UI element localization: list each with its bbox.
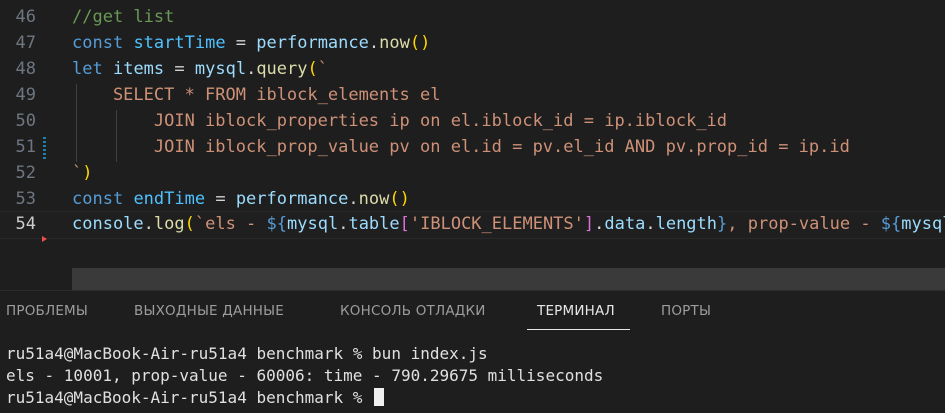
code-token: ${ bbox=[266, 214, 288, 234]
code-line[interactable]: 47 const startTime = performance.now() bbox=[0, 30, 945, 56]
code-token: } bbox=[717, 214, 728, 234]
code-token: now bbox=[379, 33, 410, 53]
code-token: mysql bbox=[287, 214, 339, 234]
line-number: 48 bbox=[15, 59, 36, 79]
code-line[interactable]: 46 //get list bbox=[0, 4, 945, 30]
line-number: 51 bbox=[15, 137, 36, 157]
modified-line-marker bbox=[43, 137, 46, 159]
indent-guide bbox=[116, 110, 117, 162]
code-token: endTime bbox=[133, 189, 206, 209]
code-line[interactable]: 48 let items = mysql.query(` bbox=[0, 56, 945, 82]
code-token: console bbox=[72, 214, 144, 234]
code-token: () bbox=[389, 189, 410, 209]
code-token: mysql bbox=[194, 59, 247, 79]
code-token: JOIN iblock_properties ip on el.iblock_i… bbox=[72, 111, 728, 131]
code-token: length bbox=[655, 214, 718, 234]
terminal-cursor bbox=[374, 388, 385, 406]
code-token: [ bbox=[399, 214, 410, 234]
code-token: query bbox=[256, 59, 308, 79]
horizontal-scrollbar[interactable] bbox=[72, 268, 945, 290]
line-number: 46 bbox=[15, 7, 36, 27]
code-token: . bbox=[348, 189, 359, 209]
code-text: const endTime = performance.now() bbox=[72, 186, 410, 212]
code-text: console.log(`els - ${mysql.table['IBLOCK… bbox=[72, 212, 945, 236]
code-token: = bbox=[205, 189, 236, 209]
code-line[interactable]: 49 SELECT * FROM iblock_elements el bbox=[0, 82, 945, 108]
error-marker-icon bbox=[42, 236, 47, 242]
code-editor[interactable]: 46 //get list 47 const startTime = performa… bbox=[0, 0, 945, 290]
terminal-line: ru51a4@MacBook-Air-ru51a4 benchmark % bu… bbox=[6, 344, 488, 363]
code-text: JOIN iblock_properties ip on el.iblock_i… bbox=[72, 108, 727, 134]
code-token: data bbox=[604, 214, 646, 234]
code-token: = bbox=[164, 59, 195, 79]
line-number: 53 bbox=[15, 189, 36, 209]
code-token: 'IBLOCK_ELEMENTS' bbox=[409, 214, 584, 234]
code-line[interactable]: 50 JOIN iblock_properties ip on el.ibloc… bbox=[0, 108, 945, 134]
code-token: . bbox=[338, 214, 349, 234]
code-token: const bbox=[72, 33, 124, 53]
indent-guide bbox=[76, 84, 77, 162]
tab-output[interactable]: ВЫХОДНЫЕ ДАННЫЕ bbox=[134, 303, 284, 319]
code-line[interactable]: 54 console.log(`els - ${mysql.table['IBLO… bbox=[0, 211, 945, 239]
code-token: ${ bbox=[880, 214, 902, 234]
line-number: 50 bbox=[15, 111, 36, 131]
code-token: . bbox=[645, 214, 656, 234]
code-token: ` bbox=[72, 163, 83, 183]
code-text: const startTime = performance.now() bbox=[72, 30, 430, 56]
code-token: now bbox=[358, 189, 390, 209]
code-token: log bbox=[153, 214, 185, 234]
code-text: SELECT * FROM iblock_elements el bbox=[72, 82, 441, 108]
line-number: 49 bbox=[15, 85, 36, 105]
code-token: ( bbox=[307, 59, 318, 79]
code-text: JOIN iblock_prop_value pv on el.id = pv.… bbox=[72, 134, 850, 160]
code-line[interactable]: 53 const endTime = performance.now() bbox=[0, 186, 945, 212]
code-token: let bbox=[72, 59, 103, 79]
code-line[interactable]: 51 JOIN iblock_prop_value pv on el.id = … bbox=[0, 134, 945, 160]
tab-ports[interactable]: ПОРТЫ bbox=[661, 303, 711, 319]
code-text: //get list bbox=[72, 4, 174, 30]
code-token: ) bbox=[82, 163, 93, 183]
code-token: items bbox=[112, 59, 165, 79]
code-token: //get list bbox=[72, 7, 175, 27]
code-token: performance bbox=[256, 33, 369, 53]
code-text: let items = mysql.query(` bbox=[72, 56, 328, 82]
bottom-panel: ПРОБЛЕМЫ ВЫХОДНЫЕ ДАННЫЕ КОНСОЛЬ ОТЛАДКИ… bbox=[0, 290, 945, 413]
code-token: startTime bbox=[133, 33, 226, 53]
terminal-prompt[interactable]: ru51a4@MacBook-Air-ru51a4 benchmark % bbox=[6, 387, 385, 409]
code-token: ` bbox=[317, 59, 328, 79]
code-token: ] bbox=[583, 214, 595, 234]
code-token: . bbox=[594, 214, 605, 234]
code-text: `) bbox=[72, 160, 93, 186]
terminal-line: els - 10001, prop-value - 60006: time - … bbox=[6, 366, 604, 385]
code-token: ( bbox=[184, 214, 195, 234]
code-line[interactable]: 52 `) bbox=[0, 160, 945, 186]
code-token: `els - bbox=[194, 214, 267, 234]
code-token: table bbox=[348, 214, 400, 234]
code-token: mysql bbox=[901, 214, 945, 234]
code-token: , prop-value - bbox=[727, 214, 881, 234]
code-token: JOIN iblock_prop_value pv on el.id = pv.… bbox=[72, 137, 850, 157]
line-number: 52 bbox=[15, 163, 36, 183]
code-token: = bbox=[225, 33, 257, 53]
code-token: SELECT * FROM iblock_elements el bbox=[72, 85, 441, 105]
code-token: () bbox=[409, 33, 431, 53]
code-token: . bbox=[246, 59, 257, 79]
code-token: const bbox=[72, 189, 124, 209]
code-token: . bbox=[143, 214, 154, 234]
line-number: 47 bbox=[15, 33, 36, 53]
code-token: . bbox=[368, 33, 380, 53]
code-token: performance bbox=[235, 189, 349, 209]
tab-problems[interactable]: ПРОБЛЕМЫ bbox=[6, 303, 88, 319]
line-number: 54 bbox=[15, 214, 36, 234]
panel-tabs: ПРОБЛЕМЫ ВЫХОДНЫЕ ДАННЫЕ КОНСОЛЬ ОТЛАДКИ… bbox=[0, 291, 945, 331]
active-tab-indicator bbox=[527, 329, 630, 330]
tab-debug-console[interactable]: КОНСОЛЬ ОТЛАДКИ bbox=[340, 303, 486, 319]
prompt-text: ru51a4@MacBook-Air-ru51a4 benchmark % bbox=[6, 388, 373, 407]
tab-terminal[interactable]: ТЕРМИНАЛ bbox=[537, 303, 615, 319]
